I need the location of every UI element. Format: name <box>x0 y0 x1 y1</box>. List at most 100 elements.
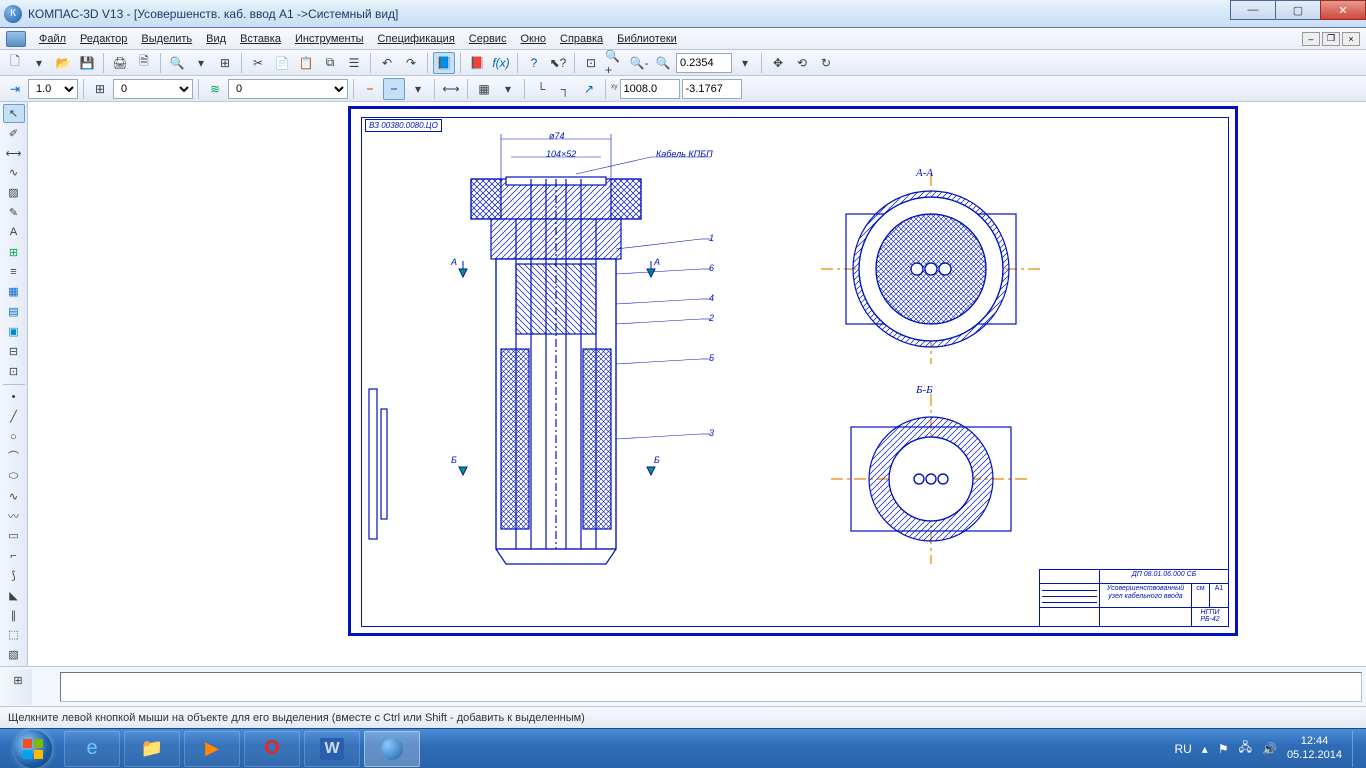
open-button[interactable]: 📂 <box>52 52 74 74</box>
zoom-tool-button[interactable]: 🔍 <box>166 52 188 74</box>
zoom-window-button[interactable]: ⊡ <box>580 52 602 74</box>
measure-tool[interactable]: ▦ <box>3 282 25 301</box>
arc-tool[interactable]: ⌒ <box>3 447 25 466</box>
start-button[interactable] <box>6 731 60 767</box>
undo-button[interactable]: ↶ <box>376 52 398 74</box>
context-help-button[interactable]: ⬉? <box>547 52 569 74</box>
close-button[interactable]: ✕ <box>1320 0 1366 20</box>
dropdown-icon[interactable]: ▾ <box>407 78 429 100</box>
view-tool[interactable]: ▣ <box>3 322 25 341</box>
help-button[interactable]: ? <box>523 52 545 74</box>
library-button[interactable]: 📕 <box>466 52 488 74</box>
hatch2-tool[interactable]: ⬚ <box>3 625 25 644</box>
fill-tool[interactable]: ▧ <box>3 645 25 664</box>
ortho-button[interactable]: └ <box>530 78 552 100</box>
select-tool[interactable]: ↖ <box>3 104 25 123</box>
line-active-button[interactable]: ⎯ <box>383 78 405 100</box>
cut-button[interactable]: ✂ <box>247 52 269 74</box>
task-media[interactable]: ▶ <box>184 731 240 767</box>
mdi-restore-button[interactable]: ❐ <box>1322 32 1340 46</box>
clone-button[interactable]: ⧉ <box>319 52 341 74</box>
menu-window[interactable]: Окно <box>513 31 553 47</box>
lang-indicator[interactable]: RU <box>1174 742 1191 756</box>
new-dropdown[interactable]: ▾ <box>28 52 50 74</box>
pan-button[interactable]: ✥ <box>767 52 789 74</box>
geometry-tool[interactable]: ✐ <box>3 124 25 143</box>
maximize-button[interactable]: ▢ <box>1275 0 1321 20</box>
panel-btn-1[interactable]: ⊞ <box>7 671 29 691</box>
step-select[interactable]: 1.0 <box>28 79 78 99</box>
menu-editor[interactable]: Редактор <box>73 31 134 47</box>
spline-tool[interactable]: ∿ <box>3 487 25 506</box>
mdi-close-button[interactable]: × <box>1342 32 1360 46</box>
show-desktop-button[interactable] <box>1352 731 1360 767</box>
minimize-button[interactable]: — <box>1230 0 1276 20</box>
task-word[interactable]: W <box>304 731 360 767</box>
zoom-scale-button[interactable]: 🔍 <box>652 52 674 74</box>
layer-select[interactable]: 0 <box>228 79 348 99</box>
layer-tool[interactable]: ▤ <box>3 302 25 321</box>
menu-insert[interactable]: Вставка <box>233 31 288 47</box>
zoom-dropdown[interactable]: ▾ <box>734 52 756 74</box>
paste-button[interactable]: 📋 <box>295 52 317 74</box>
report-tool[interactable]: ⊡ <box>3 362 25 381</box>
dropdown-icon[interactable]: ▾ <box>497 78 519 100</box>
param-tool[interactable]: ≡ <box>3 263 25 282</box>
menu-help[interactable]: Справка <box>553 31 610 47</box>
menu-tools[interactable]: Инструменты <box>288 31 371 47</box>
table-tool[interactable]: ⊞ <box>3 243 25 262</box>
polyline-tool[interactable]: ⌐ <box>3 546 25 565</box>
save-button[interactable]: 💾 <box>76 52 98 74</box>
text-tool[interactable]: A <box>3 223 25 242</box>
perp-button[interactable]: ┐ <box>554 78 576 100</box>
task-opera[interactable]: O <box>244 731 300 767</box>
zoom-out-button[interactable]: 🔍- <box>628 52 650 74</box>
point-tool[interactable]: • <box>3 388 25 407</box>
fillet-tool[interactable]: ⟆ <box>3 566 25 585</box>
dim-tool[interactable]: ⟷ <box>3 144 25 163</box>
task-ie[interactable]: e <box>64 731 120 767</box>
notation-tool[interactable]: ∿ <box>3 163 25 182</box>
zoom-in-button[interactable]: 🔍+ <box>604 52 626 74</box>
tree-button[interactable]: ⊞ <box>214 52 236 74</box>
task-kompas[interactable] <box>364 731 420 767</box>
properties-button[interactable]: ☰ <box>343 52 365 74</box>
flag-icon[interactable]: ⚑ <box>1218 742 1229 756</box>
preview-button[interactable]: 🗎 <box>133 52 155 74</box>
tray-up-icon[interactable]: ▴ <box>1202 742 1208 756</box>
ellipse-tool[interactable]: ⬭ <box>3 467 25 486</box>
volume-icon[interactable]: 🔊 <box>1262 742 1277 756</box>
menu-file[interactable]: Файл <box>32 31 73 47</box>
menu-service[interactable]: Сервис <box>462 31 514 47</box>
chamfer-tool[interactable]: ◣ <box>3 586 25 605</box>
state-select[interactable]: 0 <box>113 79 193 99</box>
drawing-canvas[interactable]: ВЗ 00380.0080.ЦО <box>28 102 1366 666</box>
edit-tool[interactable]: ✎ <box>3 203 25 222</box>
copy-button[interactable]: 📄 <box>271 52 293 74</box>
grid-button[interactable]: ▦ <box>473 78 495 100</box>
property-panel-body[interactable] <box>60 672 1362 702</box>
fx-button[interactable]: f(x) <box>490 52 512 74</box>
clock[interactable]: 12:44 05.12.2014 <box>1287 735 1342 761</box>
coord-x-input[interactable] <box>620 79 680 99</box>
menu-libs[interactable]: Библиотеки <box>610 31 684 47</box>
print-button[interactable]: 🖨 <box>109 52 131 74</box>
menu-spec[interactable]: Спецификация <box>371 31 462 47</box>
line-tool[interactable]: ╱ <box>3 407 25 426</box>
task-explorer[interactable]: 📁 <box>124 731 180 767</box>
variables-button[interactable]: 📘 <box>433 52 455 74</box>
zoom-input[interactable] <box>676 53 732 73</box>
state-icon[interactable]: ⊞ <box>89 78 111 100</box>
network-icon[interactable]: 🖧 <box>1239 738 1252 759</box>
bezier-tool[interactable]: 〰 <box>3 507 25 526</box>
circle-tool[interactable]: ○ <box>3 427 25 446</box>
hatch-tool[interactable]: ▨ <box>3 183 25 202</box>
refresh-button[interactable]: ↻ <box>815 52 837 74</box>
spec-tool[interactable]: ⊟ <box>3 342 25 361</box>
rect-tool[interactable]: ▭ <box>3 526 25 545</box>
dropdown-icon[interactable]: ▾ <box>190 52 212 74</box>
redo-button[interactable]: ↷ <box>400 52 422 74</box>
line-style-button[interactable]: ⎯ <box>359 78 381 100</box>
layer-icon[interactable]: ≋ <box>204 78 226 100</box>
step-icon[interactable]: ⇥ <box>4 78 26 100</box>
